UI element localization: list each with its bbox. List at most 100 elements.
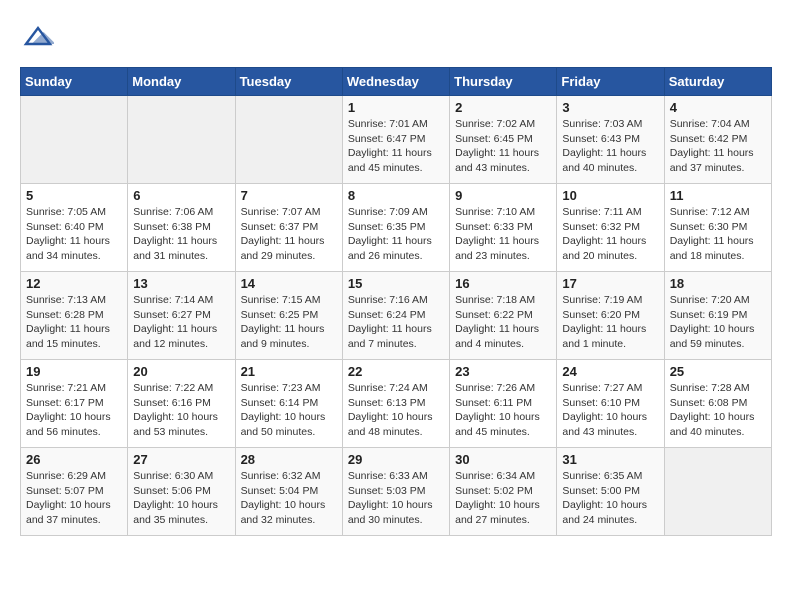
day-info: Sunrise: 6:29 AM Sunset: 5:07 PM Dayligh… (26, 469, 122, 528)
calendar-cell: 26 Sunrise: 6:29 AM Sunset: 5:07 PM Dayli… (21, 448, 128, 536)
day-info: Sunrise: 7:09 AM Sunset: 6:35 PM Dayligh… (348, 205, 444, 264)
day-info: Sunrise: 7:11 AM Sunset: 6:32 PM Dayligh… (562, 205, 658, 264)
calendar-cell: 31 Sunrise: 6:35 AM Sunset: 5:00 PM Dayli… (557, 448, 664, 536)
calendar-cell: 19 Sunrise: 7:21 AM Sunset: 6:17 PM Dayli… (21, 360, 128, 448)
weekday-header-saturday: Saturday (664, 68, 771, 96)
day-number: 21 (241, 364, 337, 379)
calendar-week-3: 12 Sunrise: 7:13 AM Sunset: 6:28 PM Dayli… (21, 272, 772, 360)
day-number: 16 (455, 276, 551, 291)
day-number: 27 (133, 452, 229, 467)
day-number: 9 (455, 188, 551, 203)
calendar-cell: 4Sunrise: 7:04 AM Sunset: 6:42 PM Daylig… (664, 96, 771, 184)
day-number: 22 (348, 364, 444, 379)
day-info: Sunrise: 7:04 AM Sunset: 6:42 PM Dayligh… (670, 117, 766, 176)
day-number: 8 (348, 188, 444, 203)
day-info: Sunrise: 6:32 AM Sunset: 5:04 PM Dayligh… (241, 469, 337, 528)
calendar-cell: 28Sunrise: 6:32 AM Sunset: 5:04 PM Dayli… (235, 448, 342, 536)
day-info: Sunrise: 7:23 AM Sunset: 6:14 PM Dayligh… (241, 381, 337, 440)
day-number: 26 (26, 452, 122, 467)
day-number: 17 (562, 276, 658, 291)
weekday-header-wednesday: Wednesday (342, 68, 449, 96)
calendar-cell: 21 Sunrise: 7:23 AM Sunset: 6:14 PM Dayli… (235, 360, 342, 448)
calendar-cell: 17Sunrise: 7:19 AM Sunset: 6:20 PM Dayli… (557, 272, 664, 360)
calendar-cell (664, 448, 771, 536)
calendar-cell: 3 Sunrise: 7:03 AM Sunset: 6:43 PM Daylig… (557, 96, 664, 184)
calendar-cell (128, 96, 235, 184)
day-info: Sunrise: 7:13 AM Sunset: 6:28 PM Dayligh… (26, 293, 122, 352)
calendar-cell: 12 Sunrise: 7:13 AM Sunset: 6:28 PM Dayli… (21, 272, 128, 360)
day-info: Sunrise: 7:10 AM Sunset: 6:33 PM Dayligh… (455, 205, 551, 264)
day-info: Sunrise: 7:24 AM Sunset: 6:13 PM Dayligh… (348, 381, 444, 440)
day-info: Sunrise: 7:20 AM Sunset: 6:19 PM Dayligh… (670, 293, 766, 352)
calendar-cell: 1Sunrise: 7:01 AM Sunset: 6:47 PM Daylig… (342, 96, 449, 184)
day-number: 25 (670, 364, 766, 379)
day-number: 13 (133, 276, 229, 291)
calendar-week-4: 19 Sunrise: 7:21 AM Sunset: 6:17 PM Dayli… (21, 360, 772, 448)
day-info: Sunrise: 7:18 AM Sunset: 6:22 PM Dayligh… (455, 293, 551, 352)
day-info: Sunrise: 7:26 AM Sunset: 6:11 PM Dayligh… (455, 381, 551, 440)
weekday-header-sunday: Sunday (21, 68, 128, 96)
day-number: 29 (348, 452, 444, 467)
calendar-cell: 5 Sunrise: 7:05 AM Sunset: 6:40 PM Daylig… (21, 184, 128, 272)
calendar-week-1: 1Sunrise: 7:01 AM Sunset: 6:47 PM Daylig… (21, 96, 772, 184)
day-number: 31 (562, 452, 658, 467)
calendar-cell (21, 96, 128, 184)
day-number: 11 (670, 188, 766, 203)
day-number: 19 (26, 364, 122, 379)
weekday-header-monday: Monday (128, 68, 235, 96)
day-number: 1 (348, 100, 444, 115)
calendar-cell (235, 96, 342, 184)
weekday-header-thursday: Thursday (450, 68, 557, 96)
calendar-header: SundayMondayTuesdayWednesdayThursdayFrid… (21, 68, 772, 96)
calendar-cell: 30 Sunrise: 6:34 AM Sunset: 5:02 PM Dayli… (450, 448, 557, 536)
day-info: Sunrise: 7:05 AM Sunset: 6:40 PM Dayligh… (26, 205, 122, 264)
day-info: Sunrise: 7:27 AM Sunset: 6:10 PM Dayligh… (562, 381, 658, 440)
page-header (20, 20, 772, 57)
day-info: Sunrise: 7:03 AM Sunset: 6:43 PM Dayligh… (562, 117, 658, 176)
calendar-cell: 24Sunrise: 7:27 AM Sunset: 6:10 PM Dayli… (557, 360, 664, 448)
day-info: Sunrise: 7:07 AM Sunset: 6:37 PM Dayligh… (241, 205, 337, 264)
day-number: 30 (455, 452, 551, 467)
day-number: 5 (26, 188, 122, 203)
day-info: Sunrise: 7:14 AM Sunset: 6:27 PM Dayligh… (133, 293, 229, 352)
calendar-cell: 8 Sunrise: 7:09 AM Sunset: 6:35 PM Daylig… (342, 184, 449, 272)
calendar-cell: 7 Sunrise: 7:07 AM Sunset: 6:37 PM Daylig… (235, 184, 342, 272)
calendar-cell: 6 Sunrise: 7:06 AM Sunset: 6:38 PM Daylig… (128, 184, 235, 272)
day-number: 3 (562, 100, 658, 115)
day-info: Sunrise: 6:35 AM Sunset: 5:00 PM Dayligh… (562, 469, 658, 528)
day-info: Sunrise: 7:02 AM Sunset: 6:45 PM Dayligh… (455, 117, 551, 176)
day-number: 7 (241, 188, 337, 203)
calendar-cell: 20 Sunrise: 7:22 AM Sunset: 6:16 PM Dayli… (128, 360, 235, 448)
logo (20, 20, 54, 57)
calendar-cell: 9 Sunrise: 7:10 AM Sunset: 6:33 PM Daylig… (450, 184, 557, 272)
day-info: Sunrise: 7:15 AM Sunset: 6:25 PM Dayligh… (241, 293, 337, 352)
day-number: 15 (348, 276, 444, 291)
day-info: Sunrise: 7:21 AM Sunset: 6:17 PM Dayligh… (26, 381, 122, 440)
calendar-cell: 2 Sunrise: 7:02 AM Sunset: 6:45 PM Daylig… (450, 96, 557, 184)
day-info: Sunrise: 7:06 AM Sunset: 6:38 PM Dayligh… (133, 205, 229, 264)
day-info: Sunrise: 7:22 AM Sunset: 6:16 PM Dayligh… (133, 381, 229, 440)
day-number: 18 (670, 276, 766, 291)
weekday-header-friday: Friday (557, 68, 664, 96)
day-number: 23 (455, 364, 551, 379)
day-number: 20 (133, 364, 229, 379)
calendar-week-2: 5 Sunrise: 7:05 AM Sunset: 6:40 PM Daylig… (21, 184, 772, 272)
calendar-cell: 10 Sunrise: 7:11 AM Sunset: 6:32 PM Dayli… (557, 184, 664, 272)
day-info: Sunrise: 6:33 AM Sunset: 5:03 PM Dayligh… (348, 469, 444, 528)
day-number: 14 (241, 276, 337, 291)
calendar-cell: 22 Sunrise: 7:24 AM Sunset: 6:13 PM Dayli… (342, 360, 449, 448)
day-info: Sunrise: 6:30 AM Sunset: 5:06 PM Dayligh… (133, 469, 229, 528)
calendar-cell: 29 Sunrise: 6:33 AM Sunset: 5:03 PM Dayli… (342, 448, 449, 536)
calendar-cell: 16 Sunrise: 7:18 AM Sunset: 6:22 PM Dayli… (450, 272, 557, 360)
day-number: 12 (26, 276, 122, 291)
calendar-cell: 18 Sunrise: 7:20 AM Sunset: 6:19 PM Dayli… (664, 272, 771, 360)
day-number: 2 (455, 100, 551, 115)
day-info: Sunrise: 7:28 AM Sunset: 6:08 PM Dayligh… (670, 381, 766, 440)
calendar-cell: 25 Sunrise: 7:28 AM Sunset: 6:08 PM Dayli… (664, 360, 771, 448)
day-number: 6 (133, 188, 229, 203)
day-number: 10 (562, 188, 658, 203)
day-info: Sunrise: 6:34 AM Sunset: 5:02 PM Dayligh… (455, 469, 551, 528)
calendar-cell: 11Sunrise: 7:12 AM Sunset: 6:30 PM Dayli… (664, 184, 771, 272)
calendar-cell: 27 Sunrise: 6:30 AM Sunset: 5:06 PM Dayli… (128, 448, 235, 536)
calendar-table: SundayMondayTuesdayWednesdayThursdayFrid… (20, 67, 772, 536)
